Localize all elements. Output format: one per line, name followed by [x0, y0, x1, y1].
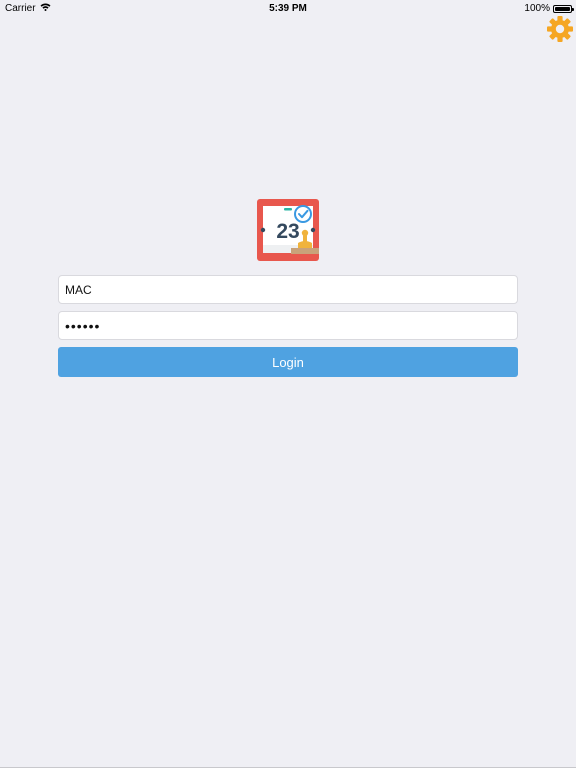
logo-date-number: 23 — [276, 220, 299, 243]
settings-button[interactable] — [545, 14, 575, 44]
status-right: 100% — [524, 3, 574, 14]
username-input[interactable] — [58, 275, 518, 304]
battery-percent: 100% — [524, 3, 550, 14]
gear-icon — [547, 16, 573, 42]
app-logo: 23 — [257, 199, 319, 261]
status-time: 5:39 PM — [269, 3, 307, 14]
battery-icon — [553, 4, 574, 13]
battery-fill — [555, 6, 570, 11]
battery-tip — [572, 7, 574, 11]
status-bar: Carrier 5:39 PM 100% — [0, 0, 576, 16]
login-button[interactable]: Login — [58, 347, 518, 377]
login-screen: Carrier 5:39 PM 100% 23 MAC •••••• Login — [0, 0, 576, 768]
password-input[interactable] — [58, 311, 518, 340]
